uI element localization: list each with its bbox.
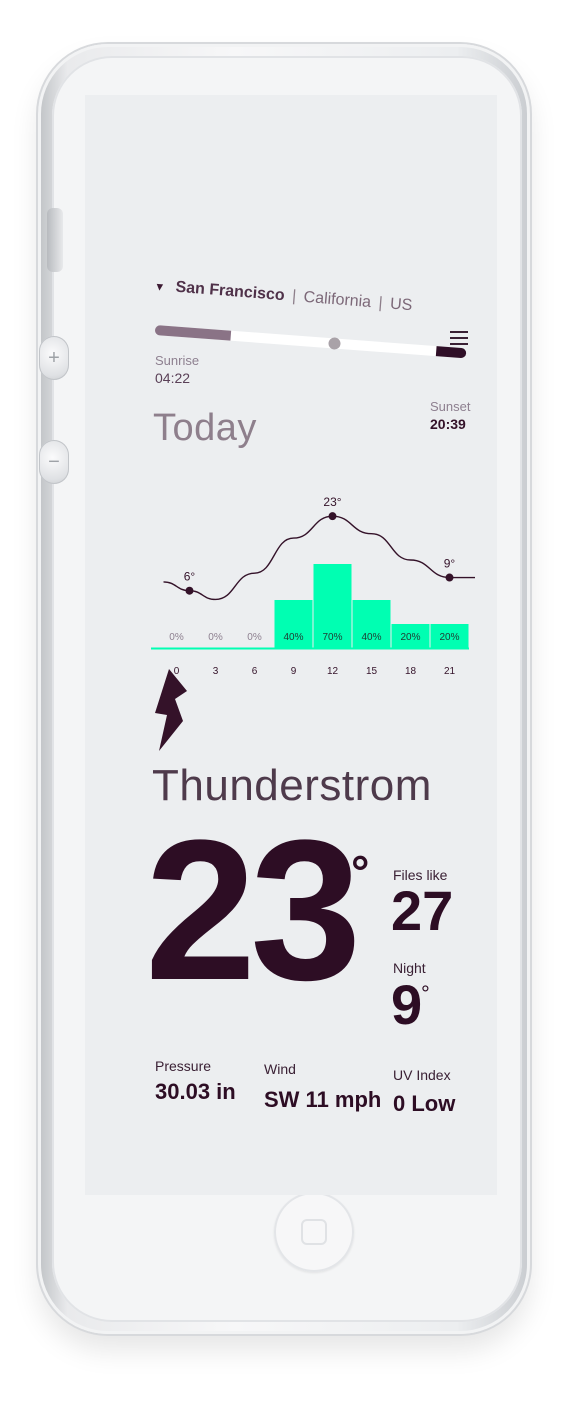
weather-app: ▼ San Francisco | California | US Sunris…	[85, 95, 497, 1195]
wind-label: Wind	[264, 1061, 296, 1077]
precipitation-label: 20%	[439, 632, 459, 643]
temperature-point-label: 23°	[323, 495, 341, 509]
daylight-end-bar	[435, 346, 467, 359]
precipitation-label: 40%	[361, 632, 381, 643]
pressure-label: Pressure	[155, 1058, 212, 1074]
precipitation-label: 40%	[283, 632, 303, 643]
temperature-point	[445, 573, 454, 582]
temperature-point	[328, 512, 337, 521]
separator: |	[377, 294, 384, 312]
hour-tick-label: 3	[213, 666, 219, 677]
hour-tick-label: 6	[252, 666, 258, 677]
phone-screen: ▼ San Francisco | California | US Sunris…	[85, 95, 497, 1195]
daylight-elapsed-bar	[154, 325, 232, 341]
night-temperature: 9	[391, 973, 423, 1036]
mute-switch	[47, 208, 63, 272]
temperature-point	[185, 586, 194, 595]
city-name: San Francisco	[174, 278, 286, 305]
dropdown-triangle-icon[interactable]: ▼	[154, 281, 166, 294]
sunset-time: 20:39	[430, 416, 466, 432]
country-name: US	[389, 295, 413, 315]
precipitation-label: 0%	[247, 632, 262, 643]
precipitation-label: 20%	[400, 632, 420, 643]
lightning-bolt-icon	[155, 669, 187, 751]
hourly-forecast-chart: 0%00%30%640%970%1240%1520%1820%216°23°9°	[151, 495, 475, 677]
sunrise-time: 04:22	[155, 370, 191, 386]
hour-tick-label: 9	[291, 666, 297, 677]
temperature-point-label: 6°	[184, 570, 196, 584]
hour-tick-label: 12	[327, 666, 339, 677]
uv-index-value: 0 Low	[393, 1091, 456, 1116]
separator: |	[291, 287, 297, 306]
precipitation-label: 0%	[169, 632, 184, 643]
region-name: California	[302, 288, 372, 312]
wind-value: SW 11 mph	[264, 1087, 382, 1112]
precipitation-label: 0%	[208, 632, 223, 643]
page-title: Today	[153, 407, 257, 449]
pressure-value: 30.03 in	[155, 1079, 236, 1104]
current-temperature: 23	[145, 799, 361, 1022]
hamburger-menu-icon[interactable]	[450, 331, 468, 345]
hour-tick-label: 15	[366, 666, 378, 677]
precipitation-label: 70%	[322, 632, 342, 643]
degree-symbol: °	[351, 846, 370, 898]
home-button[interactable]	[274, 1192, 354, 1272]
volume-down-button: −	[39, 440, 69, 484]
sunrise-label: Sunrise	[155, 353, 200, 368]
temperature-point-label: 9°	[444, 557, 456, 571]
location-selector[interactable]: ▼ San Francisco | California | US	[154, 277, 413, 315]
degree-symbol: °	[421, 981, 430, 1006]
volume-up-button: +	[39, 336, 69, 380]
hour-tick-label: 21	[444, 666, 456, 677]
hour-tick-label: 18	[405, 666, 417, 677]
uv-index-label: UV Index	[393, 1067, 451, 1083]
daylight-progress-bar	[154, 323, 467, 360]
degree-symbol: °	[441, 889, 450, 914]
sunset-label: Sunset	[430, 399, 471, 414]
